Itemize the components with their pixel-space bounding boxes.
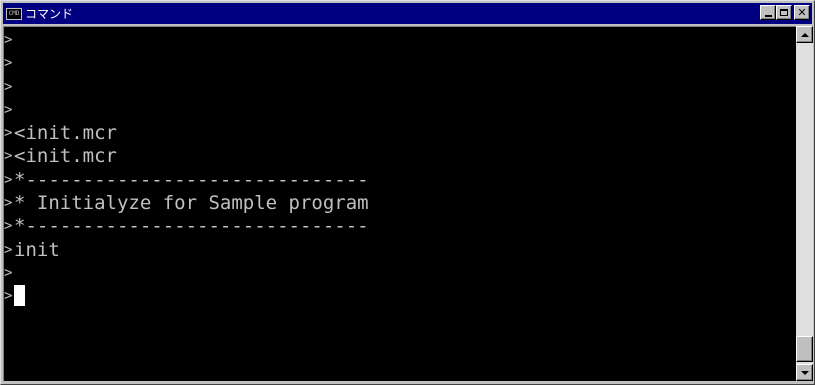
- minimize-button[interactable]: [760, 5, 776, 20]
- prompt-symbol: >: [4, 55, 13, 72]
- vertical-scrollbar[interactable]: [796, 26, 813, 381]
- console-line-text: <init.mcr: [14, 145, 117, 168]
- command-window: CMD コマンド ✕ > > > > ><init.mcr ><init.mcr >*---…: [0, 0, 815, 385]
- triangle-up-icon: [800, 32, 809, 37]
- console-line: >: [4, 99, 796, 122]
- scroll-down-button[interactable]: [796, 364, 813, 381]
- console-line: ><init.mcr: [4, 145, 796, 168]
- prompt-symbol: >: [4, 101, 13, 118]
- close-icon: ✕: [797, 6, 807, 19]
- console-line: >: [4, 29, 796, 52]
- maximize-button[interactable]: [776, 5, 792, 20]
- prompt-symbol: >: [4, 264, 13, 281]
- console-line: ><init.mcr: [4, 122, 796, 145]
- console-line-text: * Initialyze for Sample program: [14, 192, 369, 215]
- console-line-text: <init.mcr: [14, 122, 117, 145]
- console-line-text: init: [14, 238, 60, 261]
- console-lines: > > > > ><init.mcr ><init.mcr >*--------------…: [4, 27, 796, 309]
- prompt-symbol: >: [4, 195, 13, 212]
- prompt-symbol: >: [4, 218, 13, 235]
- text-cursor: [14, 284, 25, 306]
- triangle-down-icon: [800, 370, 809, 375]
- console-line: >: [4, 76, 796, 99]
- minimize-icon: [764, 14, 772, 17]
- window-title: コマンド: [25, 7, 74, 21]
- scroll-thumb[interactable]: [796, 336, 813, 362]
- cmd-app-icon[interactable]: CMD: [6, 7, 22, 20]
- prompt-symbol: >: [4, 148, 13, 165]
- prompt-symbol: >: [4, 78, 13, 95]
- prompt-symbol: >: [4, 32, 13, 48]
- caption-buttons: ✕: [760, 5, 810, 20]
- title-bar[interactable]: CMD コマンド ✕: [3, 3, 812, 24]
- close-button[interactable]: ✕: [794, 5, 810, 20]
- console-line-text: *------------------------------: [14, 215, 369, 238]
- console-line: >: [4, 262, 796, 285]
- console-line: >* Initialyze for Sample program: [4, 192, 796, 215]
- scroll-up-button[interactable]: [796, 26, 813, 43]
- console-line-text: *------------------------------: [14, 168, 369, 191]
- prompt-symbol: >: [4, 241, 13, 258]
- console-line: >*------------------------------: [4, 215, 796, 238]
- console-line: >*------------------------------: [4, 169, 796, 192]
- app-icon-label: CMD: [8, 9, 20, 17]
- maximize-icon: [780, 9, 788, 16]
- console-line: >: [4, 284, 796, 308]
- console-line: >init: [4, 239, 796, 262]
- prompt-symbol: >: [4, 171, 13, 188]
- prompt-symbol: >: [4, 288, 13, 305]
- console-output[interactable]: > > > > ><init.mcr ><init.mcr >*--------------…: [3, 26, 796, 381]
- prompt-symbol: >: [4, 125, 13, 142]
- console-line: >: [4, 52, 796, 75]
